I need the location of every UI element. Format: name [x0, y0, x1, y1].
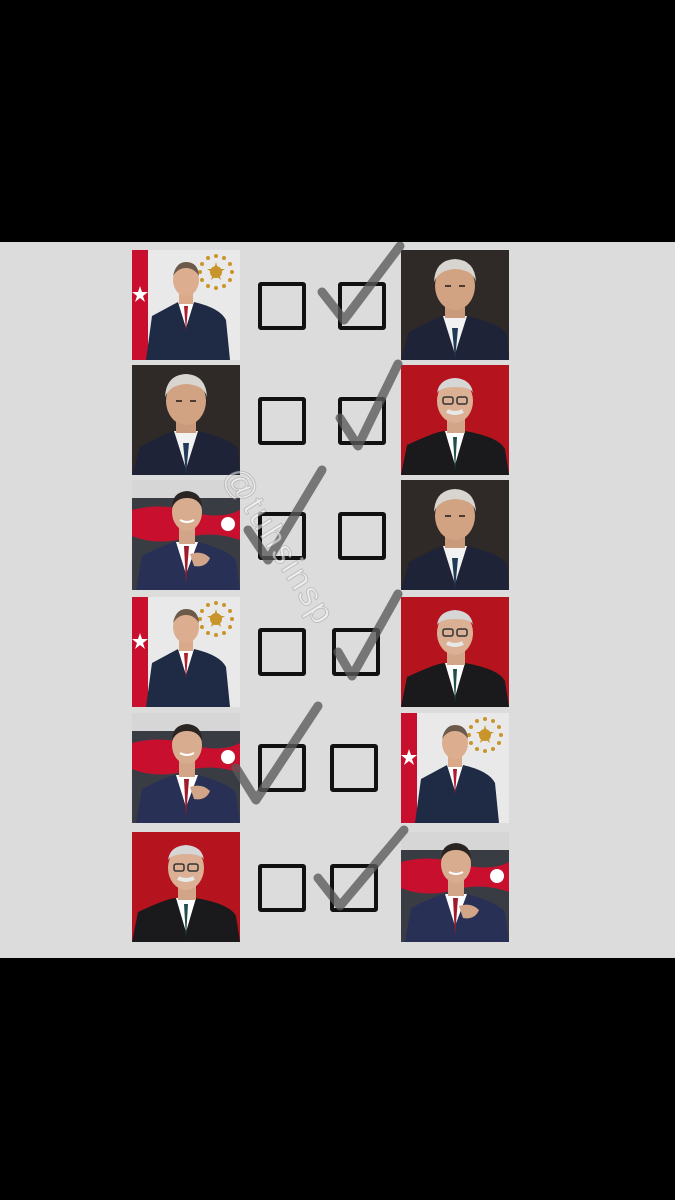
checkbox-right[interactable] [330, 744, 378, 792]
candidate-photo-kilicdaroglu [132, 832, 240, 942]
candidate-photo-ogan [132, 480, 240, 590]
candidate-photo-ogan [132, 713, 240, 823]
checkbox-right[interactable] [330, 864, 378, 912]
candidate-photo-ince [401, 250, 509, 360]
checkbox-left[interactable] [258, 744, 306, 792]
candidate-photo-kilicdaroglu [401, 597, 509, 707]
candidate-photo-erdogan [132, 250, 240, 360]
checkbox-left[interactable] [258, 397, 306, 445]
candidate-photo-kilicdaroglu [401, 365, 509, 475]
candidate-photo-erdogan [132, 597, 240, 707]
checkbox-left[interactable] [258, 282, 306, 330]
checkbox-left[interactable] [258, 864, 306, 912]
candidate-photo-erdogan [401, 713, 509, 823]
check-marks-overlay [231, 242, 409, 911]
candidate-photo-ince [401, 480, 509, 590]
candidate-photo-ogan [401, 832, 509, 942]
checkbox-left[interactable] [258, 512, 306, 560]
checkbox-right[interactable] [338, 397, 386, 445]
checkbox-left[interactable] [258, 628, 306, 676]
checkbox-right[interactable] [332, 628, 380, 676]
checkbox-right[interactable] [338, 512, 386, 560]
comparison-panel: @tuhsinsp [0, 242, 675, 958]
checkbox-right[interactable] [338, 282, 386, 330]
candidate-photo-ince [132, 365, 240, 475]
